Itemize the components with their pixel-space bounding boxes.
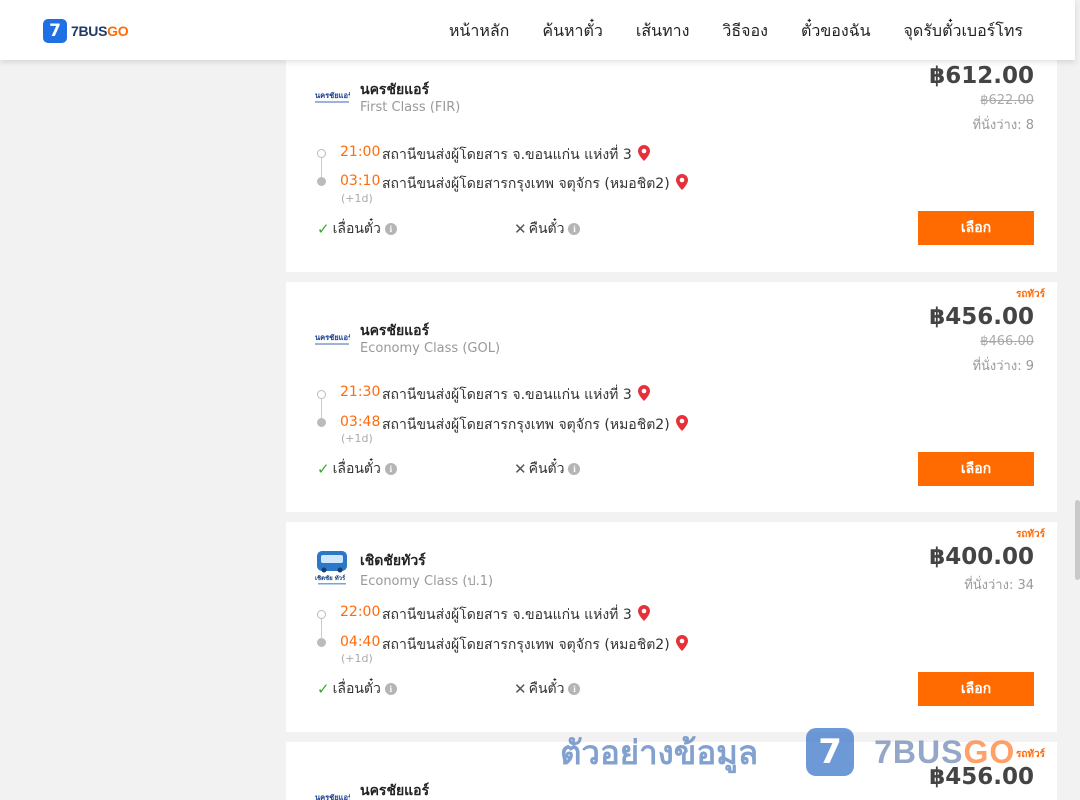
timeline-line [321, 619, 322, 638]
info-icon[interactable]: i [568, 223, 581, 235]
refund-policy: ✕ คืนตั๋ว i [514, 218, 581, 240]
departure-time: 22:00 [340, 604, 381, 620]
nav-ticket-pickup[interactable]: จุดรับตั๋วเบอร์โทร [904, 19, 1023, 44]
x-icon: ✕ [514, 680, 527, 698]
arrival-dot-icon [317, 638, 326, 647]
bus-type-badge: รถทัวร์ [1015, 529, 1045, 540]
departure-station: สถานีขนส่งผู้โดยสาร จ.ขอนแก่น แห่งที่ 3 [382, 384, 650, 406]
operator-name: เชิดชัยทัวร์ [360, 553, 426, 569]
site-header: 7 7BUSGO หน้าหลัก ค้นหาตั๋ว เส้นทาง วิธี… [0, 0, 1075, 60]
seats-available: ที่นั่งว่าง: 34 [964, 578, 1034, 593]
info-icon[interactable]: i [384, 683, 397, 695]
check-icon: ✓ [317, 680, 330, 698]
check-icon: ✓ [317, 460, 330, 478]
bus-class: Economy Class (GOL) [360, 341, 501, 356]
nakhonchai-logo-icon: นครชัยแอร์ [314, 80, 350, 114]
map-pin-icon[interactable] [637, 605, 650, 625]
arrival-dot-icon [317, 177, 326, 186]
departure-station: สถานีขนส่งผู้โดยสาร จ.ขอนแก่น แห่งที่ 3 [382, 144, 650, 166]
reschedule-policy: ✓ เลื่อนตั๋ว i [317, 458, 397, 480]
departure-time: 21:30 [340, 384, 381, 400]
select-button[interactable]: เลือก [918, 672, 1034, 706]
nakhonchai-logo-icon: นครชัยแอร์ [314, 322, 350, 356]
arrival-time: 03:48 [340, 414, 381, 430]
trip-card: นครชัยแอร์ นครชัยแอร์ First Class (FIR) … [286, 60, 1057, 272]
price: ฿456.00 [929, 764, 1034, 790]
arrival-time: 04:40 [340, 634, 381, 650]
x-icon: ✕ [514, 220, 527, 238]
next-day-indicator: (+1d) [341, 192, 373, 205]
select-button[interactable]: เลือก [918, 452, 1034, 486]
bus-type-badge: รถทัวร์ [1015, 749, 1045, 760]
cherdchai-logo-icon: เชิดชัย ทัวร์ [314, 551, 350, 585]
next-day-indicator: (+1d) [341, 652, 373, 665]
departure-dot-icon [317, 149, 326, 158]
trip-card: รถทัวร์ เชิดชัย ทัวร์ เชิดชัยทัวร์ Econo… [286, 522, 1057, 732]
info-icon[interactable]: i [384, 463, 397, 475]
bus-class: Economy Class (ป.1) [360, 574, 494, 589]
map-pin-icon[interactable] [675, 415, 688, 435]
info-icon[interactable]: i [384, 223, 397, 235]
price: ฿612.00 [929, 63, 1034, 89]
departure-time: 21:00 [340, 144, 381, 160]
site-logo[interactable]: 7 7BUSGO [43, 19, 129, 43]
arrival-station: สถานีขนส่งผู้โดยสารกรุงเทพ จตุจักร (หมอช… [382, 414, 688, 436]
map-pin-icon[interactable] [675, 174, 688, 194]
operator-name: นครชัยแอร์ [360, 783, 430, 799]
nav-routes[interactable]: เส้นทาง [636, 19, 690, 44]
svg-text:เชิดชัย ทัวร์: เชิดชัย ทัวร์ [315, 574, 346, 582]
page-scrollbar[interactable] [1075, 0, 1080, 800]
arrival-station: สถานีขนส่งผู้โดยสารกรุงเทพ จตุจักร (หมอช… [382, 173, 688, 195]
operator-name: นครชัยแอร์ [360, 323, 430, 339]
info-icon[interactable]: i [568, 463, 581, 475]
arrival-time: 03:10 [340, 173, 381, 189]
logo-mark-icon: 7 [43, 19, 67, 43]
nav-home[interactable]: หน้าหลัก [449, 19, 510, 44]
arrival-station: สถานีขนส่งผู้โดยสารกรุงเทพ จตุจักร (หมอช… [382, 634, 688, 656]
reschedule-policy: ✓ เลื่อนตั๋ว i [317, 218, 397, 240]
reschedule-policy: ✓ เลื่อนตั๋ว i [317, 678, 397, 700]
nakhonchai-logo-icon: นครชัยแอร์ [314, 782, 350, 800]
trip-card: รถทัวร์ นครชัยแอร์ นครชัยแอร์ ฿456.00 [286, 742, 1057, 800]
bus-type-badge: รถทัวร์ [1015, 289, 1045, 300]
check-icon: ✓ [317, 220, 330, 238]
select-button[interactable]: เลือก [918, 211, 1034, 245]
departure-dot-icon [317, 390, 326, 399]
svg-text:นครชัยแอร์: นครชัยแอร์ [315, 91, 350, 100]
operator-name: นครชัยแอร์ [360, 82, 430, 98]
info-icon[interactable]: i [568, 683, 581, 695]
timeline-line [321, 399, 322, 418]
refund-policy: ✕ คืนตั๋ว i [514, 678, 581, 700]
logo-text: 7BUSGO [71, 23, 129, 39]
arrival-dot-icon [317, 418, 326, 427]
map-pin-icon[interactable] [637, 145, 650, 165]
trip-card: รถทัวร์ นครชัยแอร์ นครชัยแอร์ Economy Cl… [286, 282, 1057, 512]
map-pin-icon[interactable] [637, 385, 650, 405]
main-nav: หน้าหลัก ค้นหาตั๋ว เส้นทาง วิธีจอง ตั๋วข… [416, 19, 1023, 44]
timeline-line [321, 158, 322, 177]
nav-search-tickets[interactable]: ค้นหาตั๋ว [542, 19, 603, 44]
bus-class: First Class (FIR) [360, 100, 461, 115]
map-pin-icon[interactable] [675, 635, 688, 655]
old-price: ฿466.00 [980, 334, 1034, 349]
next-day-indicator: (+1d) [341, 432, 373, 445]
old-price: ฿622.00 [980, 93, 1034, 108]
departure-dot-icon [317, 610, 326, 619]
seats-available: ที่นั่งว่าง: 8 [972, 118, 1034, 133]
price: ฿400.00 [929, 544, 1034, 570]
svg-text:นครชัยแอร์: นครชัยแอร์ [315, 793, 350, 800]
departure-station: สถานีขนส่งผู้โดยสาร จ.ขอนแก่น แห่งที่ 3 [382, 604, 650, 626]
nav-my-tickets[interactable]: ตั๋วของฉัน [801, 19, 871, 44]
x-icon: ✕ [514, 460, 527, 478]
nav-how-to-book[interactable]: วิธีจอง [722, 19, 768, 44]
scroll-thumb[interactable] [1075, 500, 1080, 580]
refund-policy: ✕ คืนตั๋ว i [514, 458, 581, 480]
svg-text:นครชัยแอร์: นครชัยแอร์ [315, 333, 350, 342]
seats-available: ที่นั่งว่าง: 9 [972, 359, 1034, 374]
price: ฿456.00 [929, 304, 1034, 330]
